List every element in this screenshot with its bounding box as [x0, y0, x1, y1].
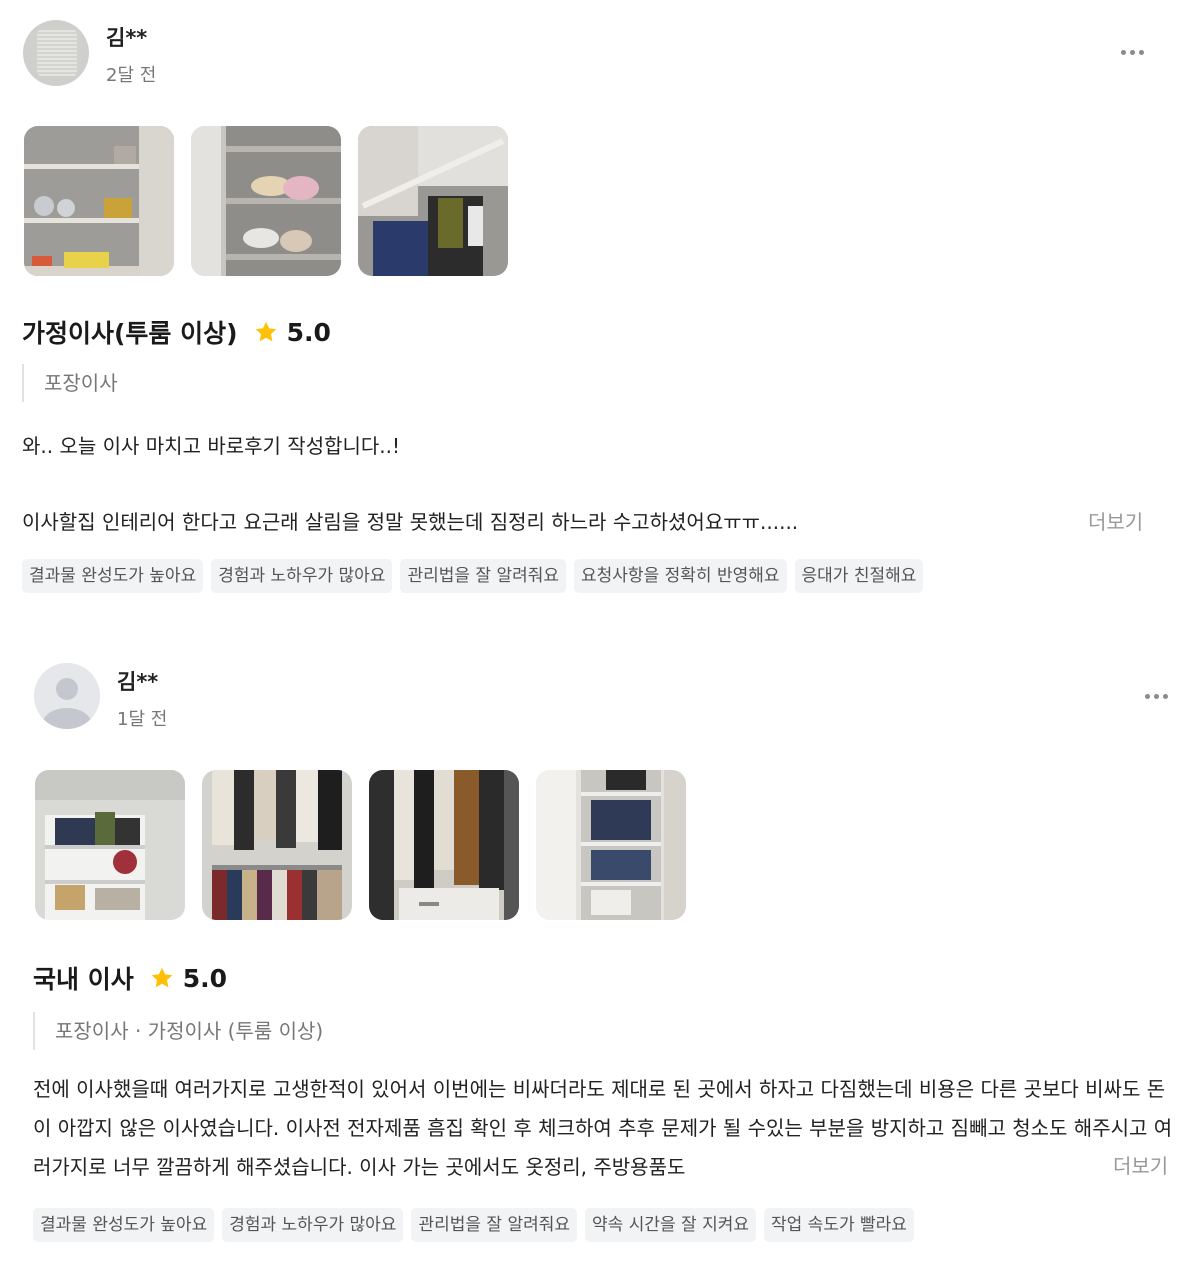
- review-photos: [24, 126, 508, 276]
- author-name: 김**: [117, 670, 159, 694]
- more-link[interactable]: 더보기: [1097, 1150, 1169, 1179]
- tag-chip: 경험과 노하우가 많아요: [222, 1208, 404, 1242]
- review-photo[interactable]: [191, 126, 341, 276]
- service-category: 포장이사: [22, 364, 118, 402]
- tag-chip: 약속 시간을 잘 지켜요: [585, 1208, 756, 1242]
- review-photo[interactable]: [35, 770, 185, 920]
- review-date: 1달 전: [117, 709, 168, 730]
- tag-chip: 관리법을 잘 알려줘요: [411, 1208, 578, 1242]
- review-text: 와.. 오늘 이사 마치고 바로후기 작성합니다..!: [22, 434, 401, 458]
- more-options-icon[interactable]: [1145, 694, 1168, 699]
- review-tags: 결과물 완성도가 높아요 경험과 노하우가 많아요 관리법을 잘 알려줘요 요청…: [22, 559, 924, 593]
- tag-chip: 경험과 노하우가 많아요: [211, 559, 393, 593]
- rating-value: 5.0: [182, 963, 228, 993]
- star-icon: [255, 321, 276, 342]
- review-photo[interactable]: [536, 770, 686, 920]
- avatar[interactable]: [23, 20, 89, 86]
- review-text: 이사할집 인테리어 한다고 요근래 살림을 정말 못했는데 짐정리 하느라 수고…: [22, 510, 799, 534]
- more-options-icon[interactable]: [1121, 50, 1144, 55]
- review-photo[interactable]: [24, 126, 174, 276]
- tag-chip: 결과물 완성도가 높아요: [33, 1208, 215, 1242]
- review-photo[interactable]: [358, 126, 508, 276]
- service-category: 포장이사 · 가정이사 (투룸 이상): [33, 1012, 323, 1050]
- service-title: 국내 이사: [33, 965, 134, 994]
- more-link[interactable]: 더보기: [1088, 506, 1143, 535]
- tag-chip: 요청사항을 정확히 반영해요: [574, 559, 787, 593]
- review-title-row: 국내 이사 5.0: [33, 960, 227, 996]
- review-photo[interactable]: [369, 770, 519, 920]
- review-text: 전에 이사했을때 여러가지로 고생한적이 있어서 이번에는 비싸더라도 제대로 …: [33, 1077, 1173, 1179]
- review-date: 2달 전: [106, 65, 157, 86]
- service-title: 가정이사(투룸 이상): [22, 319, 238, 348]
- review-tags: 결과물 완성도가 높아요 경험과 노하우가 많아요 관리법을 잘 알려줘요 약속…: [33, 1208, 914, 1242]
- review-title-row: 가정이사(투룸 이상) 5.0: [22, 314, 331, 350]
- avatar[interactable]: [34, 663, 100, 729]
- tag-chip: 결과물 완성도가 높아요: [22, 559, 204, 593]
- star-icon: [151, 967, 173, 988]
- review-photo[interactable]: [202, 770, 352, 920]
- review-photos: [35, 770, 686, 920]
- author-name: 김**: [106, 26, 148, 50]
- tag-chip: 응대가 친절해요: [794, 559, 924, 593]
- rating-value: 5.0: [286, 317, 331, 347]
- tag-chip: 관리법을 잘 알려줘요: [400, 559, 567, 593]
- default-user-icon: [34, 663, 100, 729]
- tag-chip: 작업 속도가 빨라요: [764, 1208, 914, 1242]
